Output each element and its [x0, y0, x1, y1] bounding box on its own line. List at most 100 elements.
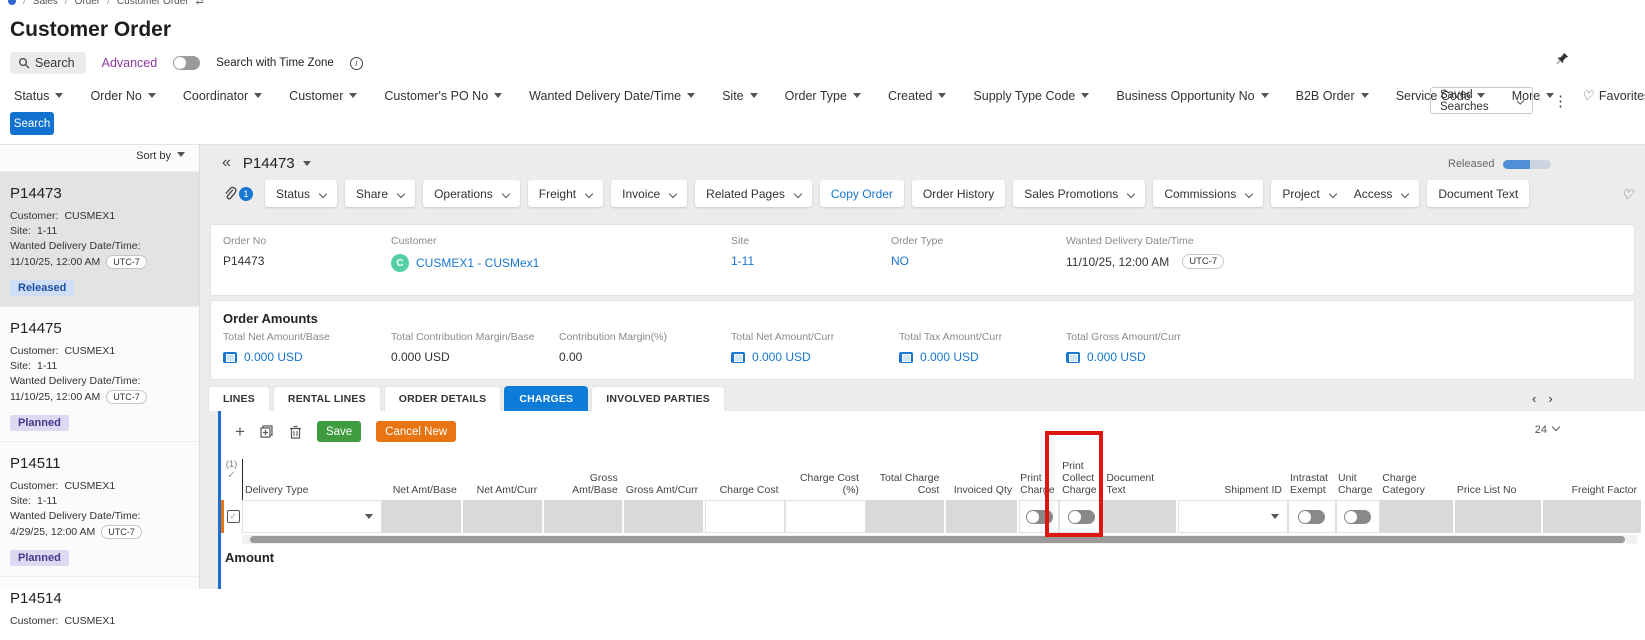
print-collect-charge-toggle[interactable]: [1067, 509, 1095, 524]
filter-order-no[interactable]: Order No: [90, 89, 156, 103]
col-charge-cost-pct[interactable]: Charge Cost (%): [785, 472, 865, 500]
select-all-check-icon[interactable]: [221, 470, 242, 481]
col-net-amt-base[interactable]: Net Amt/Base: [382, 484, 462, 500]
unit-charge-toggle[interactable]: [1344, 509, 1372, 524]
order-type-link[interactable]: NO: [891, 254, 909, 268]
col-gross-amt-curr[interactable]: Gross Amt/Curr: [624, 484, 704, 500]
filter-created[interactable]: Created: [888, 89, 947, 103]
operations-menu[interactable]: Operations: [423, 180, 520, 207]
record-id[interactable]: P14473: [243, 155, 295, 172]
sort-by-button[interactable]: Sort by: [136, 150, 185, 162]
duplicate-row-icon[interactable]: [260, 424, 274, 439]
collapse-list-icon[interactable]: [222, 154, 231, 172]
timezone-toggle[interactable]: [173, 56, 201, 70]
filter-site[interactable]: Site: [722, 89, 758, 103]
filter-customers-po-no[interactable]: Customer's PO No: [384, 89, 503, 103]
col-document-text[interactable]: Document Text: [1104, 472, 1179, 500]
search-button[interactable]: Search: [10, 112, 54, 135]
copy-order-button[interactable]: Copy Order: [819, 180, 904, 207]
sales-promotions-menu[interactable]: Sales Promotions: [1013, 180, 1146, 207]
pin-icon[interactable]: [1556, 52, 1569, 70]
list-item[interactable]: P14475 Customer: CUSMEX1 Site: 1-11 Wanted…: [0, 306, 199, 441]
breadcrumb-customer-order[interactable]: Customer Order: [117, 0, 189, 7]
info-icon[interactable]: [349, 56, 363, 70]
favorites-button[interactable]: Favorites: [1581, 88, 1645, 104]
tab-order-details[interactable]: ORDER DETAILS: [383, 386, 502, 411]
history-icon[interactable]: ⇄: [196, 0, 204, 7]
related-pages-menu[interactable]: Related Pages: [695, 180, 812, 207]
col-net-amt-curr[interactable]: Net Amt/Curr: [463, 484, 543, 500]
status-menu[interactable]: Status: [265, 180, 338, 207]
delete-row-icon[interactable]: [289, 425, 302, 439]
tab-lines[interactable]: LINES: [208, 386, 270, 411]
amount-value[interactable]: 0.000 USD: [920, 350, 979, 364]
col-gross-amt-base[interactable]: Gross Amt/Base: [543, 472, 623, 500]
horizontal-scrollbar[interactable]: [242, 535, 1637, 544]
filter-b2b-order[interactable]: B2B Order: [1296, 89, 1369, 103]
col-invoiced-qty[interactable]: Invoiced Qty: [945, 484, 1018, 500]
customer-link[interactable]: CUSMEX1 - CUSMex1: [416, 256, 539, 270]
col-charge-category[interactable]: Charge Category: [1380, 472, 1455, 500]
commissions-menu[interactable]: Commissions: [1153, 180, 1264, 207]
search-mode-button[interactable]: Search: [10, 52, 86, 74]
chevron-down-icon[interactable]: [302, 160, 311, 166]
col-charge-cost[interactable]: Charge Cost: [704, 484, 784, 500]
col-print-collect-charge[interactable]: Print Collect Charge: [1060, 460, 1104, 500]
document-text-button[interactable]: Document Text: [1427, 180, 1530, 207]
print-charge-toggle[interactable]: [1025, 509, 1053, 524]
breadcrumb-sales[interactable]: Sales: [33, 0, 58, 7]
charge-cost-pct-cell[interactable]: [785, 500, 866, 533]
home-icon[interactable]: [8, 0, 16, 5]
cancel-new-button[interactable]: Cancel New: [376, 421, 457, 442]
project-access-menu[interactable]: Project Access: [1271, 180, 1420, 207]
col-shipment-id[interactable]: Shipment ID: [1179, 484, 1288, 500]
filter-status[interactable]: Status: [14, 89, 64, 103]
row-select-checkbox[interactable]: [221, 500, 242, 533]
list-item[interactable]: P14514 Customer: CUSMEX1: [0, 576, 199, 640]
list-item[interactable]: P14511 Customer: CUSMEX1 Site: 1-11 Wanted…: [0, 441, 199, 576]
col-price-list-no[interactable]: Price List No: [1455, 484, 1543, 500]
advanced-search-link[interactable]: Advanced: [102, 56, 158, 70]
amount-value[interactable]: 0.000 USD: [1087, 350, 1146, 364]
breadcrumb-order[interactable]: Order: [75, 0, 101, 7]
filter-customer[interactable]: Customer: [289, 89, 358, 103]
share-menu[interactable]: Share: [345, 180, 416, 207]
col-intrastat-exempt[interactable]: Intrastat Exempt: [1288, 472, 1336, 500]
amount-value[interactable]: 0.000 USD: [752, 350, 811, 364]
amount-value[interactable]: 0.000 USD: [244, 350, 303, 364]
col-freight-factor[interactable]: Freight Factor: [1543, 484, 1643, 500]
col-total-charge-cost[interactable]: Total Charge Cost: [865, 472, 945, 500]
filter-supply-type-code[interactable]: Supply Type Code: [973, 89, 1090, 103]
shipment-id-select[interactable]: [1178, 500, 1288, 533]
filter-wanted-delivery[interactable]: Wanted Delivery Date/Time: [529, 89, 696, 103]
col-print-charge[interactable]: Print Charge: [1018, 472, 1060, 500]
scrollbar-thumb[interactable]: [250, 536, 1625, 543]
order-history-button[interactable]: Order History: [911, 180, 1006, 207]
list-item[interactable]: P14473 Customer: CUSMEX1 Site: 1-11 Wanted…: [0, 171, 199, 306]
freight-menu[interactable]: Freight: [527, 180, 604, 207]
filter-order-type[interactable]: Order Type: [785, 89, 861, 103]
filter-coordinator[interactable]: Coordinator: [183, 89, 263, 103]
chevron-down-icon: [1270, 514, 1279, 519]
site-link[interactable]: 1-11: [731, 254, 754, 268]
tab-involved-parties[interactable]: INVOLVED PARTIES: [591, 386, 726, 411]
more-options-icon[interactable]: [1553, 92, 1568, 111]
col-delivery-type[interactable]: Delivery Type: [243, 484, 382, 500]
add-row-icon[interactable]: +: [235, 422, 245, 442]
column-count-selector[interactable]: 24: [1535, 422, 1561, 436]
col-unit-charge[interactable]: Unit Charge: [1336, 472, 1380, 500]
invoice-menu[interactable]: Invoice: [611, 180, 688, 207]
tab-scroll-left-icon[interactable]: [1532, 391, 1536, 406]
filter-business-opportunity-no[interactable]: Business Opportunity No: [1116, 89, 1269, 103]
save-button[interactable]: Save: [316, 421, 362, 442]
saved-searches-dropdown[interactable]: Saved Searches: [1430, 87, 1533, 114]
selection-column-header[interactable]: (1): [221, 459, 242, 481]
delivery-type-cell[interactable]: [242, 500, 383, 533]
attachments-button[interactable]: 1: [222, 186, 253, 202]
favorite-heart-icon[interactable]: [1621, 186, 1633, 204]
tab-charges[interactable]: CHARGES: [504, 386, 589, 411]
intrastat-exempt-toggle[interactable]: [1298, 509, 1326, 524]
tab-scroll-right-icon[interactable]: [1548, 391, 1552, 406]
tab-rental-lines[interactable]: RENTAL LINES: [272, 386, 381, 411]
charge-cost-cell[interactable]: [704, 500, 786, 533]
